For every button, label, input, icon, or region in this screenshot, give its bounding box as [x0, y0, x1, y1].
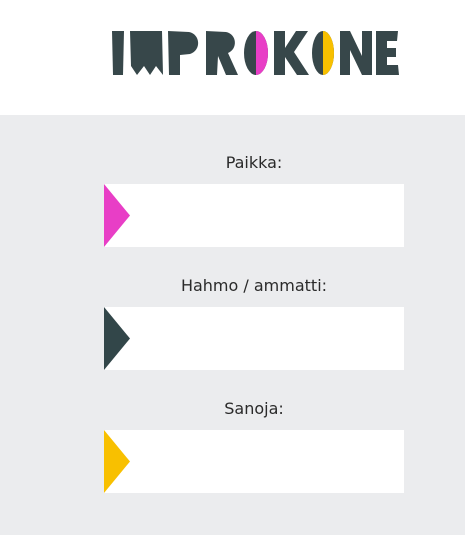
triangle-right-icon [104, 307, 130, 370]
words-label: Sanoja: [224, 399, 284, 418]
words-field[interactable] [104, 430, 404, 493]
header [0, 0, 465, 115]
place-label: Paikka: [225, 153, 283, 172]
character-field[interactable] [104, 307, 404, 370]
character-input[interactable] [140, 307, 396, 370]
character-label: Hahmo / ammatti: [180, 276, 328, 295]
main-form: Paikka: Hahmo / ammatti: Sanoja: [0, 115, 465, 535]
triangle-right-icon [104, 184, 130, 247]
words-input[interactable] [140, 430, 396, 493]
triangle-right-icon [104, 430, 130, 493]
place-input[interactable] [140, 184, 396, 247]
place-field[interactable] [104, 184, 404, 247]
improkone-logo [112, 31, 399, 75]
